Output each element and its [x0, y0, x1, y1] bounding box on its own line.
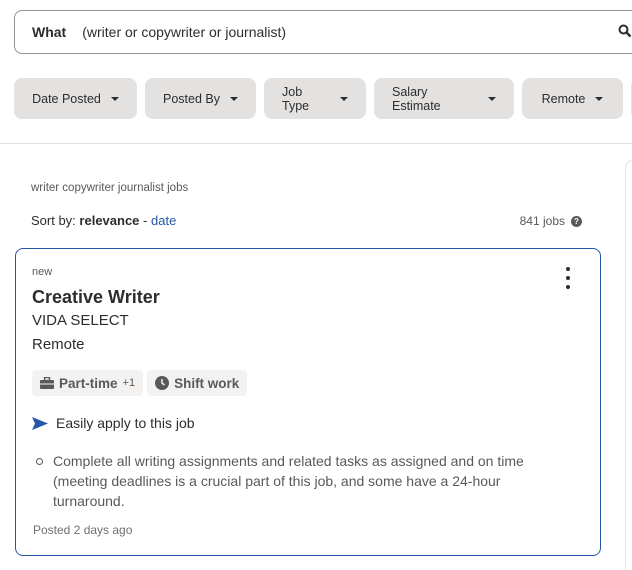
what-label: What [32, 24, 67, 40]
sort-relevance: relevance [79, 213, 140, 228]
sort-label: Sort by: [31, 213, 76, 228]
sort-by: Sort by: relevance - date [31, 213, 176, 228]
tag-extra: +1 [122, 377, 136, 389]
what-search-field[interactable]: What (writer or copywriter or journalist… [14, 10, 632, 54]
sort-date-link[interactable]: date [151, 213, 176, 228]
send-arrow-icon [32, 416, 48, 430]
job-title[interactable]: Creative Writer [32, 287, 160, 308]
filter-bar: Date Posted Posted By Job Type Salary Es… [14, 78, 632, 119]
job-snippet: Complete all writing assignments and rel… [36, 451, 563, 511]
job-card[interactable]: new Creative Writer VIDA SELECT Remote P… [15, 248, 601, 556]
filter-job-type[interactable]: Job Type [264, 78, 366, 119]
new-badge: new [32, 266, 53, 278]
sort-separator: - [143, 213, 148, 228]
filter-posted-by[interactable]: Posted By [145, 78, 256, 119]
easy-apply: Easily apply to this job [32, 415, 195, 431]
tag-label: Shift work [174, 375, 240, 391]
job-count-text: 841 jobs [519, 214, 565, 228]
job-tags: Part-time +1 Shift work [32, 370, 248, 396]
job-location: Remote [32, 336, 85, 353]
tag-shift-work: Shift work [147, 370, 248, 396]
job-count: 841 jobs ? [520, 214, 582, 228]
caret-down-icon [110, 96, 119, 101]
clock-icon [155, 376, 170, 390]
caret-down-icon [595, 96, 604, 101]
filter-label: Date Posted [32, 91, 101, 106]
search-icon[interactable] [618, 24, 632, 38]
tag-label: Part-time [59, 375, 118, 391]
filter-label: Posted By [163, 91, 220, 106]
posted-date: Posted 2 days ago [33, 523, 133, 537]
more-options-icon[interactable] [562, 267, 574, 289]
caret-down-icon [340, 96, 348, 101]
filter-remote[interactable]: Remote [522, 78, 623, 119]
company-name: VIDA SELECT [32, 312, 129, 329]
filter-label: Salary Estimate [392, 84, 441, 113]
job-details-panel [625, 160, 632, 570]
tag-part-time: Part-time +1 [32, 370, 144, 396]
filter-date-posted[interactable]: Date Posted [14, 78, 137, 119]
divider [0, 143, 632, 144]
help-icon[interactable]: ? [571, 215, 582, 227]
filter-label: Remote [541, 91, 586, 106]
easy-apply-text: Easily apply to this job [56, 415, 195, 431]
filter-label: Job Type [282, 84, 310, 113]
caret-down-icon [488, 96, 496, 101]
caret-down-icon [229, 96, 238, 101]
what-input[interactable]: (writer or copywriter or journalist) [82, 24, 286, 40]
filter-salary-estimate[interactable]: Salary Estimate [374, 78, 514, 119]
results-heading: writer copywriter journalist jobs [31, 182, 189, 194]
briefcase-icon [40, 377, 54, 389]
